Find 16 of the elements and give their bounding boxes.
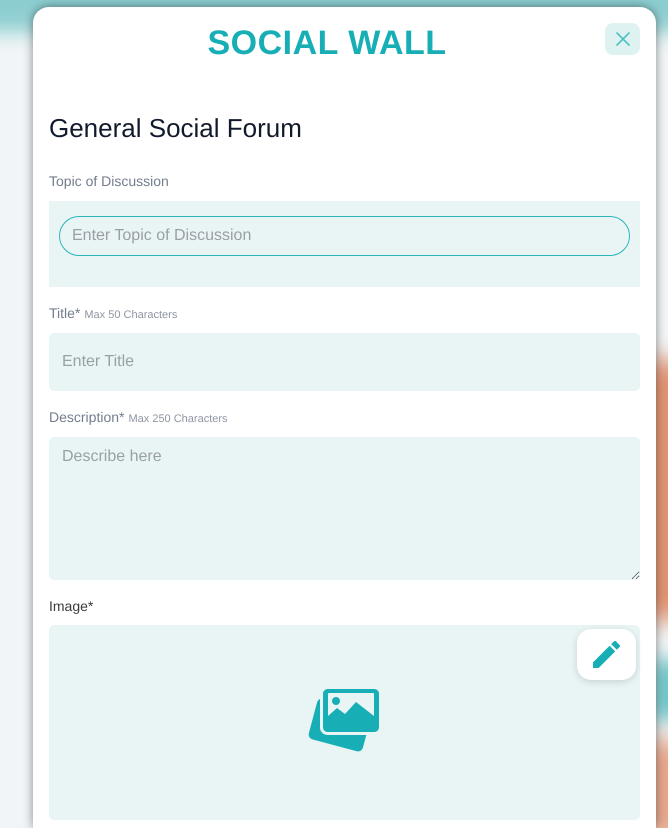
image-upload-area[interactable]	[49, 625, 640, 820]
modal-title: SOCIAL WALL	[206, 23, 448, 64]
close-icon	[616, 32, 630, 46]
close-button[interactable]	[605, 23, 640, 55]
field-label: Description*	[49, 408, 124, 427]
title-input[interactable]: Enter Title	[49, 333, 640, 391]
character-limit-hint: Max 50 Characters	[84, 308, 178, 323]
field-label: Topic of Discussion	[49, 172, 169, 191]
field-label: Image*	[49, 597, 94, 616]
character-limit-hint: Max 250 Characters	[128, 412, 228, 427]
field-label: Title*	[49, 304, 80, 323]
pencil-icon	[593, 641, 620, 668]
topic-input[interactable]: Enter Topic of Discussion	[59, 216, 630, 256]
form-heading: General Social Forum	[49, 112, 303, 144]
edit-button[interactable]	[577, 629, 636, 680]
description-textarea[interactable]: Describe here	[49, 437, 640, 580]
